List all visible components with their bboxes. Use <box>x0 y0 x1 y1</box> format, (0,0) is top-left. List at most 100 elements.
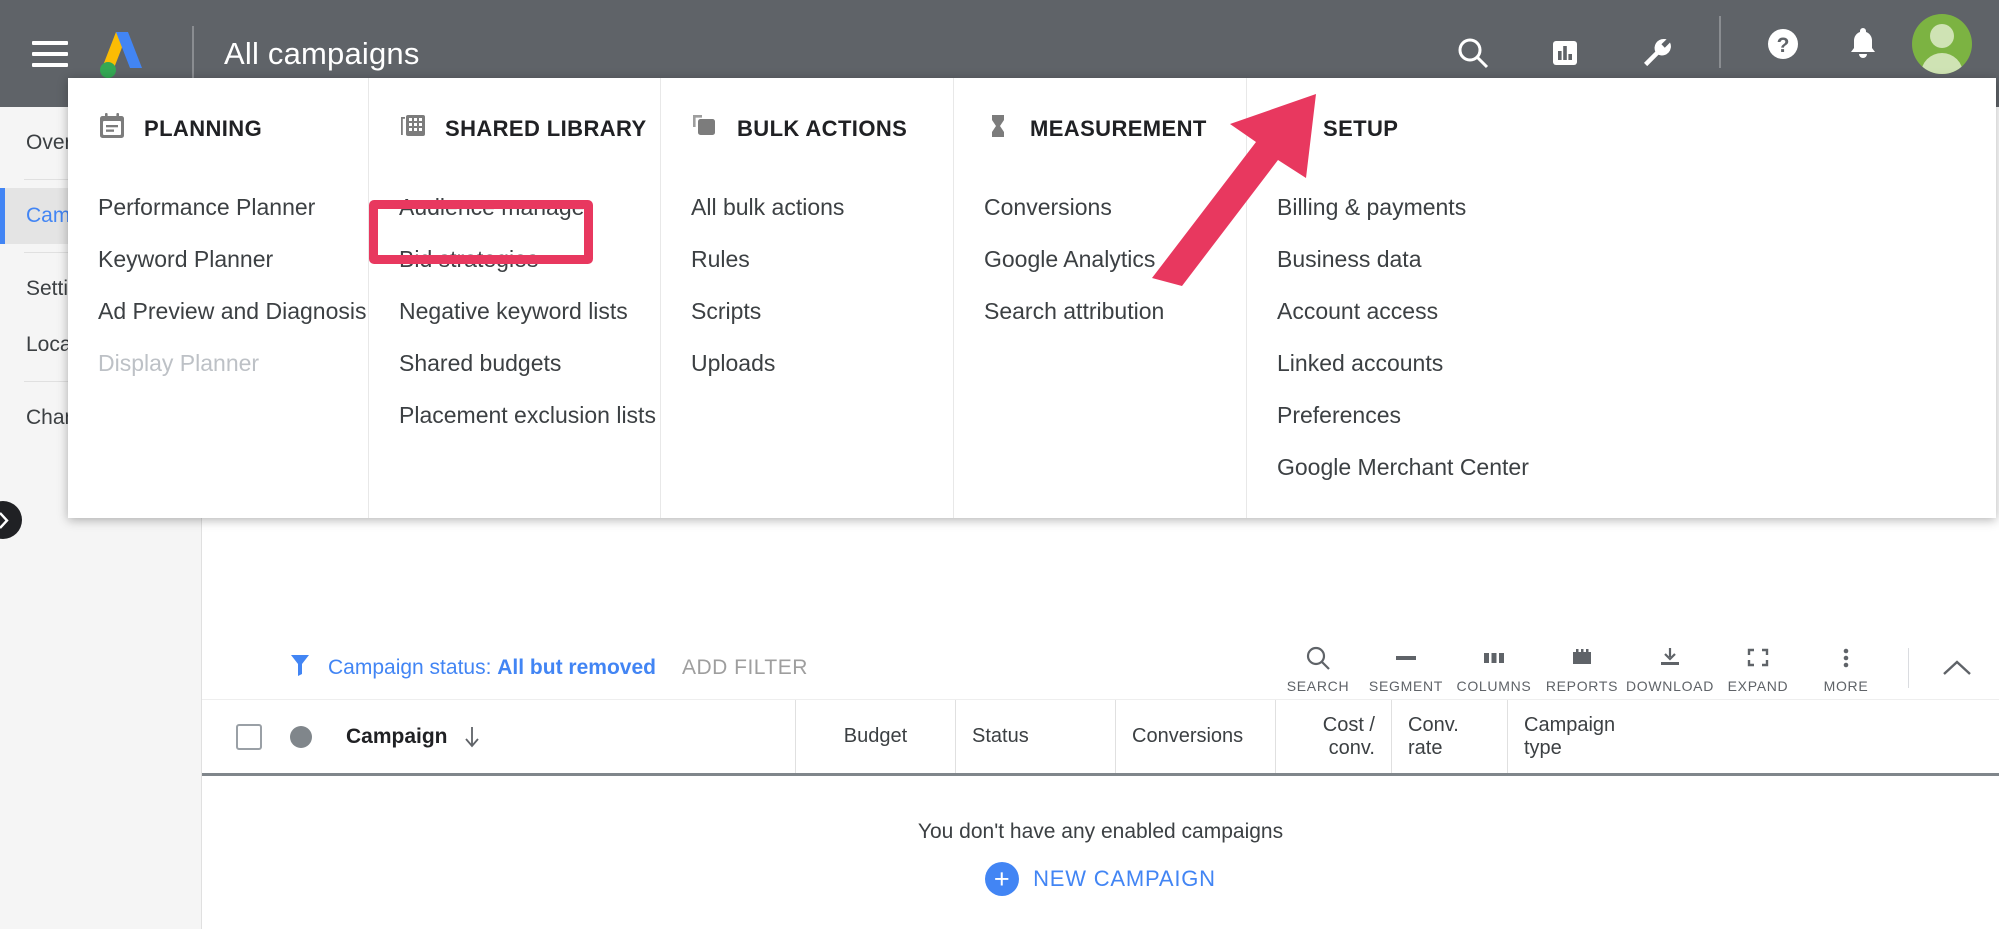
menu-column-title: SHARED LIBRARY <box>445 115 647 141</box>
menu-item-label: Search attribution <box>984 297 1165 324</box>
tool-more[interactable]: MORE <box>1802 641 1890 694</box>
menu-item-billing-and-payments[interactable]: Billing & payments <box>1277 181 1626 233</box>
menu-item-audience-manager[interactable]: Audience manager <box>399 181 660 233</box>
menu-item-uploads[interactable]: Uploads <box>691 337 953 389</box>
table-tools: SEARCH SEGMENT COLUMNS REPORTS DOWNLOAD … <box>1274 636 1999 700</box>
menu-item-conversions[interactable]: Conversions <box>984 181 1246 233</box>
header-cost-per-conv[interactable]: Cost / conv. <box>1275 700 1391 773</box>
tool-label: REPORTS <box>1545 678 1619 694</box>
tool-expand[interactable]: EXPAND <box>1714 641 1802 694</box>
notifications-icon <box>1851 27 1875 58</box>
menu-item-linked-accounts[interactable]: Linked accounts <box>1277 337 1626 389</box>
menu-column-header: PLANNING <box>98 112 368 145</box>
menu-column-header: SETUP <box>1277 112 1626 145</box>
filter-toolbar: Campaign status: All but removed ADD FIL… <box>202 636 1999 700</box>
empty-state-message: You don't have any enabled campaigns <box>917 820 1284 843</box>
add-filter-button[interactable]: ADD FILTER <box>682 656 808 680</box>
menu-item-label: Rules <box>691 245 750 272</box>
menu-item-all-bulk-actions[interactable]: All bulk actions <box>691 181 953 233</box>
more-icon <box>1833 641 1859 671</box>
tool-download[interactable]: DOWNLOAD <box>1626 641 1714 694</box>
header-conv-rate[interactable]: Conv. rate <box>1391 700 1507 773</box>
hamburger-icon[interactable] <box>32 40 68 67</box>
menu-item-label: Preferences <box>1277 401 1402 428</box>
menu-column-title: PLANNING <box>144 115 263 141</box>
calendar-planning-icon <box>98 112 126 145</box>
download-icon <box>1657 641 1683 671</box>
svg-text:?: ? <box>1777 34 1790 57</box>
menu-item-label: Scripts <box>691 297 762 324</box>
google-ads-app: Overview Campaigns Settings Locations Ch… <box>0 0 1999 929</box>
menu-column-planning: PLANNING Performance Planner Keyword Pla… <box>68 78 368 518</box>
header-label: Cost / conv. <box>1322 713 1375 759</box>
tool-columns[interactable]: COLUMNS <box>1450 641 1538 694</box>
menu-column-header: SHARED LIBRARY <box>399 112 660 145</box>
new-campaign-button[interactable]: + NEW CAMPAIGN <box>202 862 1999 896</box>
menu-item-label: Negative keyword lists <box>399 297 628 324</box>
menu-column-header: MEASUREMENT <box>984 112 1246 145</box>
menu-item-account-access[interactable]: Account access <box>1277 285 1626 337</box>
header-campaign-type[interactable]: Campaign type <box>1507 700 1657 773</box>
menu-item-label: Account access <box>1277 297 1439 324</box>
menu-item-label: Placement exclusion lists <box>399 401 656 428</box>
grid-library-icon <box>399 112 427 145</box>
tool-reports[interactable]: REPORTS <box>1538 641 1626 694</box>
menu-item-google-analytics[interactable]: Google Analytics <box>984 233 1246 285</box>
menu-column-shared-library: SHARED LIBRARY Audience manager Bid stra… <box>368 78 660 518</box>
header-label: Conv. rate <box>1408 713 1459 759</box>
tool-label: EXPAND <box>1727 678 1789 694</box>
tool-search[interactable]: SEARCH <box>1274 641 1362 694</box>
tool-label: COLUMNS <box>1456 678 1532 694</box>
menu-item-label: Display Planner <box>98 349 260 376</box>
menu-item-google-merchant-center[interactable]: Google Merchant Center <box>1277 441 1626 493</box>
expand-icon <box>1745 641 1771 671</box>
menu-item-performance-planner[interactable]: Performance Planner <box>98 181 368 233</box>
menu-item-shared-budgets[interactable]: Shared budgets <box>399 337 660 389</box>
menu-column-title: BULK ACTIONS <box>737 115 908 141</box>
menu-item-scripts[interactable]: Scripts <box>691 285 953 337</box>
search-icon <box>1455 31 1491 75</box>
header-label: Conversions <box>1132 725 1244 747</box>
menu-item-business-data[interactable]: Business data <box>1277 233 1626 285</box>
filter-funnel-icon[interactable] <box>290 653 310 682</box>
menu-column-title: SETUP <box>1323 115 1399 141</box>
header-campaign-label: Campaign <box>346 724 448 748</box>
new-campaign-label: NEW CAMPAIGN <box>1033 866 1216 891</box>
header-conversions[interactable]: Conversions <box>1115 700 1275 773</box>
menu-item-preferences[interactable]: Preferences <box>1277 389 1626 441</box>
tools-mega-menu: PLANNING Performance Planner Keyword Pla… <box>68 78 1996 518</box>
menu-item-label: Bid strategies <box>399 245 539 272</box>
collapse-toolbar-button[interactable] <box>1927 636 1987 700</box>
menu-item-label: Ad Preview and Diagnosis <box>98 297 367 324</box>
gear-setup-icon <box>1277 112 1305 145</box>
header-status[interactable]: Status <box>955 700 1115 773</box>
select-all-checkbox[interactable] <box>236 723 262 750</box>
filter-value: All but removed <box>497 655 656 679</box>
menu-item-rules[interactable]: Rules <box>691 233 953 285</box>
menu-item-ad-preview-and-diagnosis[interactable]: Ad Preview and Diagnosis <box>98 285 368 337</box>
menu-item-label: Google Merchant Center <box>1277 453 1529 480</box>
menu-column-setup: SETUP Billing & payments Business data A… <box>1246 78 1626 518</box>
status-dot-icon <box>290 725 312 748</box>
menu-item-label: Uploads <box>691 349 776 376</box>
header-campaign[interactable]: Campaign <box>202 700 795 773</box>
tool-segment[interactable]: SEGMENT <box>1362 641 1450 694</box>
menu-item-keyword-planner[interactable]: Keyword Planner <box>98 233 368 285</box>
header-divider <box>192 25 194 82</box>
menu-item-placement-exclusion-lists[interactable]: Placement exclusion lists <box>399 389 660 441</box>
copy-layers-icon <box>691 112 719 145</box>
campaign-status-filter[interactable]: Campaign status: All but removed <box>328 656 656 680</box>
menu-item-negative-keyword-lists[interactable]: Negative keyword lists <box>399 285 660 337</box>
header-budget[interactable]: Budget <box>795 700 955 773</box>
menu-item-label: Linked accounts <box>1277 349 1444 376</box>
reports-icon <box>1569 641 1595 671</box>
segment-icon <box>1393 641 1419 671</box>
menu-item-bid-strategies[interactable]: Bid strategies <box>399 233 660 285</box>
toolbar-divider <box>1908 647 1909 688</box>
google-ads-logo[interactable] <box>94 28 150 80</box>
filter-label: Campaign status: <box>328 655 492 679</box>
wrench-icon <box>1639 31 1675 75</box>
menu-column-measurement: MEASUREMENT Conversions Google Analytics… <box>953 78 1246 518</box>
sidebar-collapse-toggle[interactable] <box>0 501 22 539</box>
menu-item-search-attribution[interactable]: Search attribution <box>984 285 1246 337</box>
